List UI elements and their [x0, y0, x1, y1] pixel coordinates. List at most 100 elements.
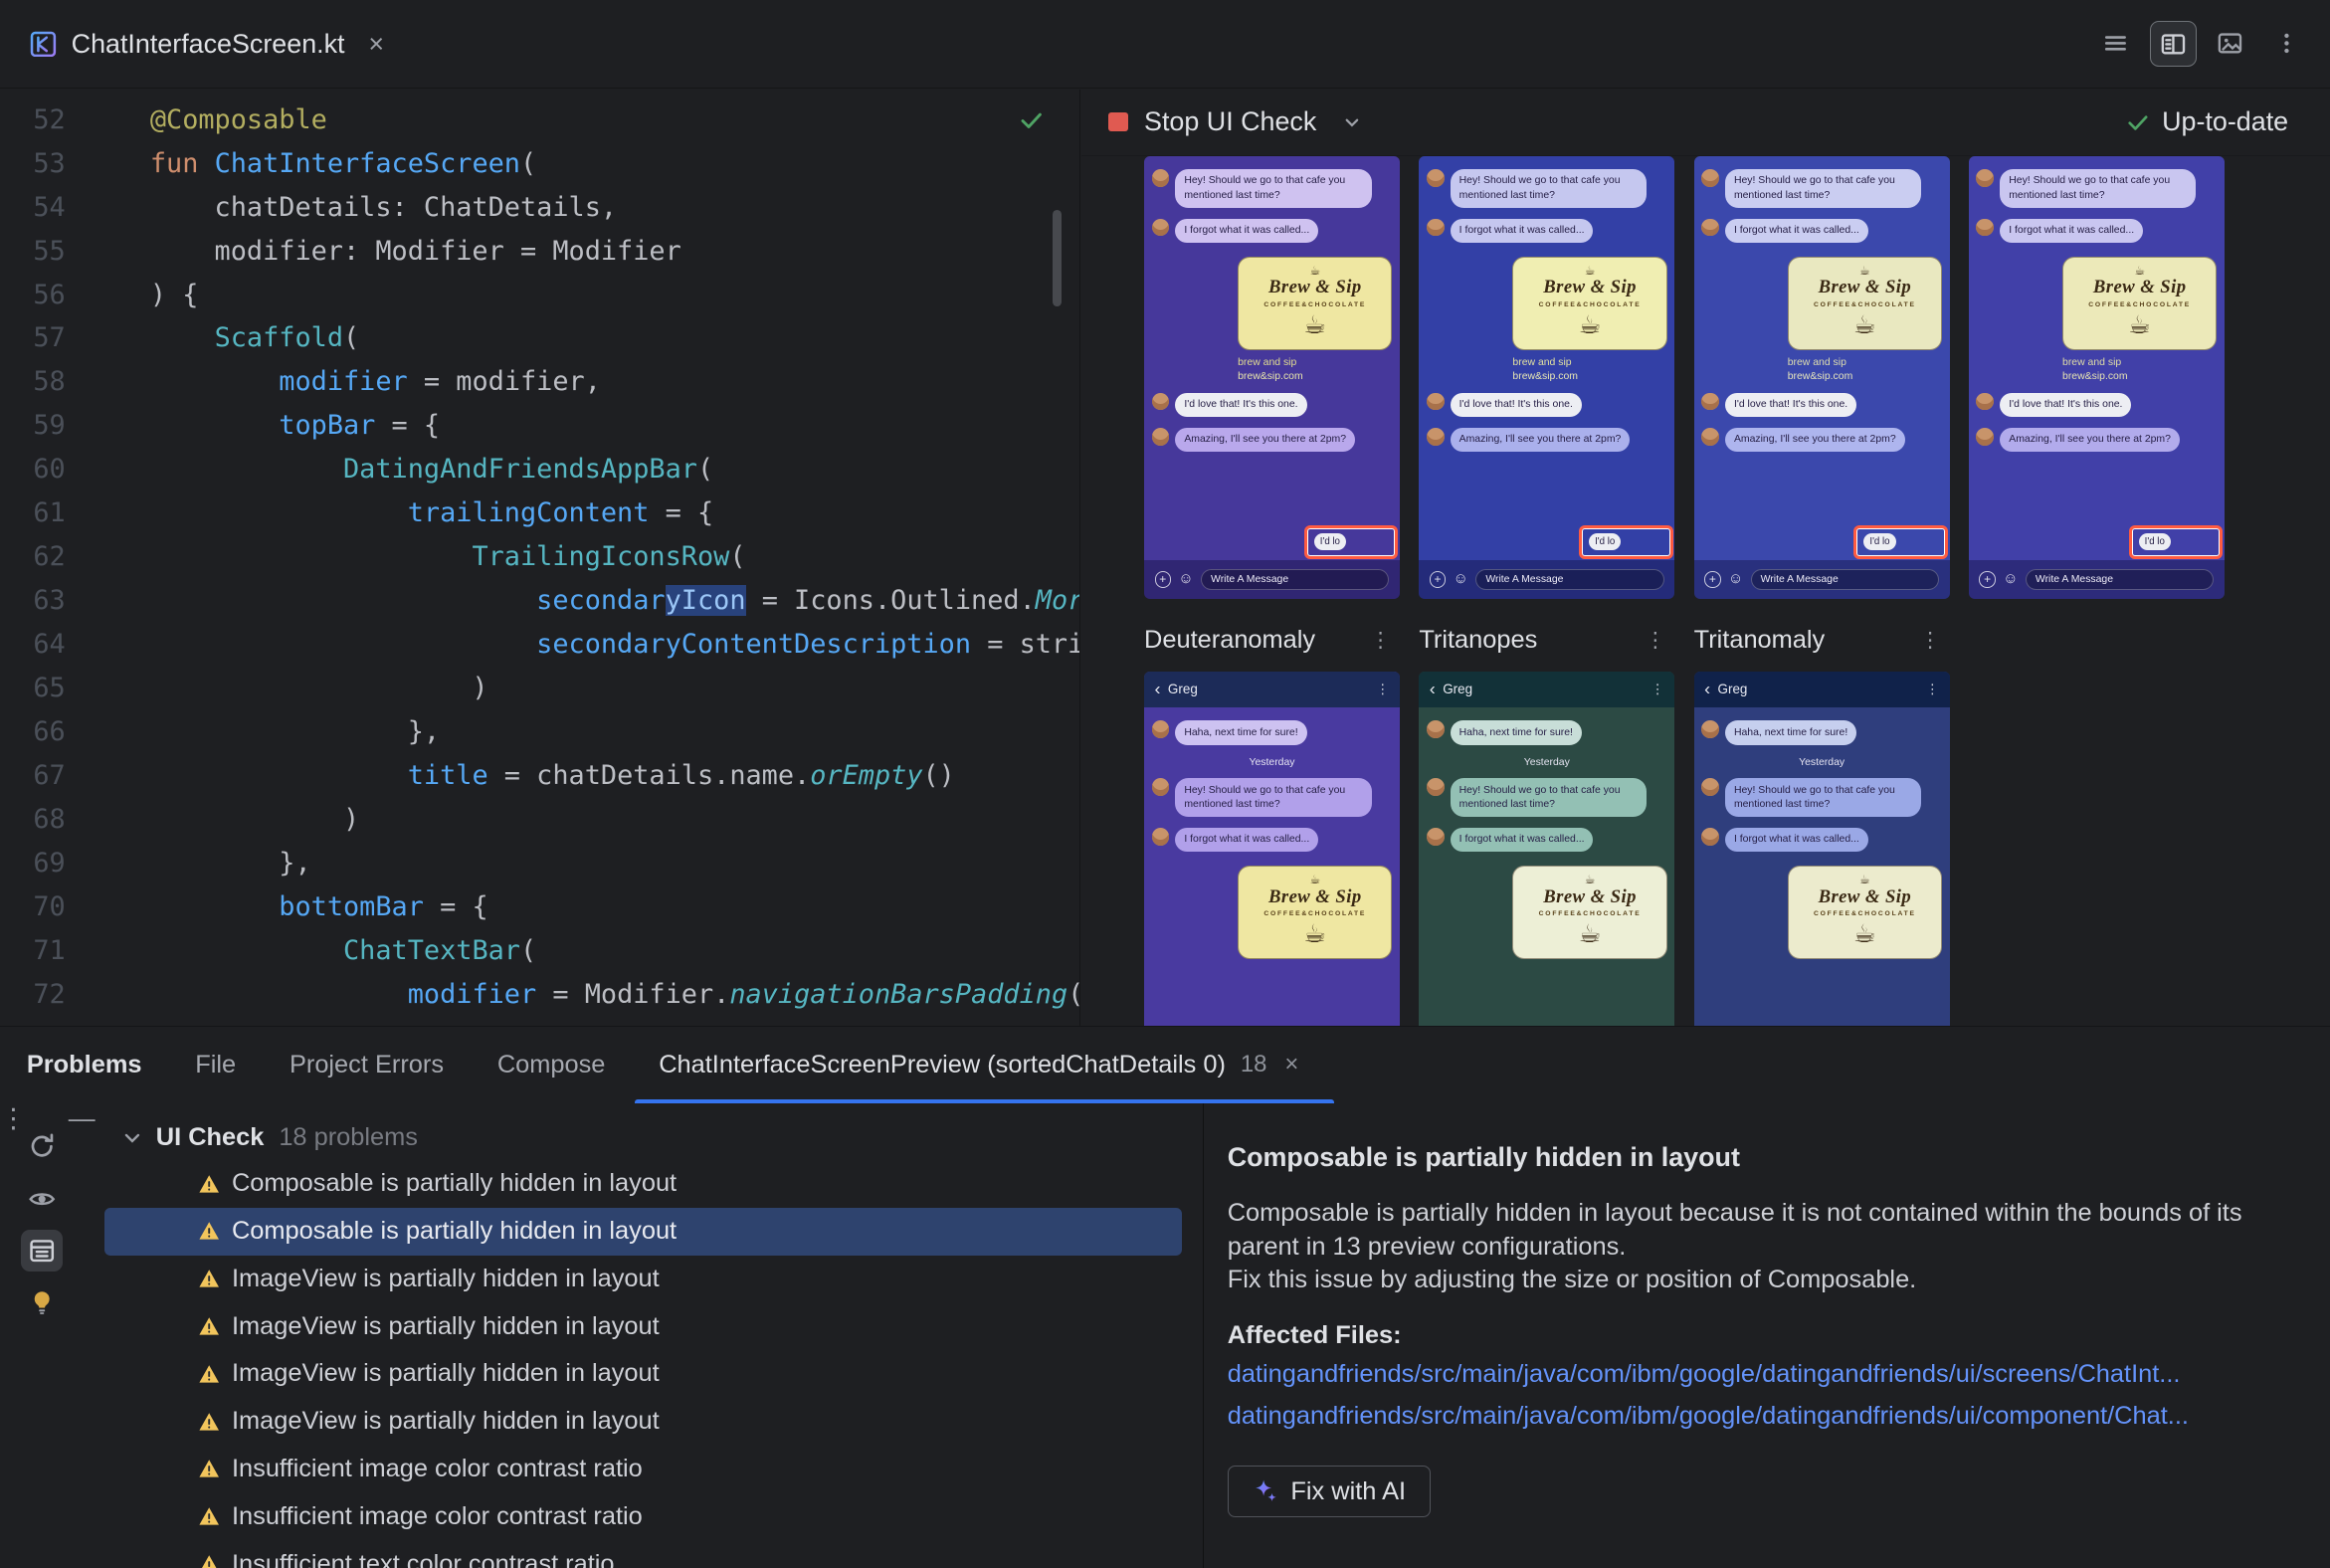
back-icon[interactable]: ‹ — [1430, 680, 1436, 698]
editor-mode-switcher — [2093, 20, 2330, 68]
expander-chevron-icon[interactable] — [120, 1126, 144, 1150]
chat-message-row: I forgot what it was called... — [1151, 827, 1393, 853]
message-input[interactable]: Write A Message — [1201, 569, 1390, 590]
attach-icon[interactable]: + — [1979, 571, 1996, 588]
preview-phone-deuteranomaly[interactable]: ‹ Greg ⋮ Haha, next time for sure! Yesterday… — [1144, 672, 1400, 1026]
coffee-cup-icon: ☕ — [1853, 920, 1876, 949]
ide-window: ChatInterfaceScreen.kt × 52 @Composable 53… — [0, 0, 2330, 1568]
code-line: 63 secondaryIcon = Icons.Outlined.More — [0, 579, 1079, 623]
code-line: 65 ) — [0, 667, 1079, 710]
code-text: TrailingIconsRow( — [472, 541, 746, 573]
emoji-icon[interactable]: ☺ — [1178, 571, 1193, 587]
preview-phone-row1-3[interactable]: Hey! Should we go to that cafe you menti… — [1693, 155, 1950, 599]
preview-kebab-icon[interactable]: ⋮ — [1370, 628, 1391, 653]
emoji-icon[interactable]: ☺ — [1728, 571, 1743, 587]
code-view-icon[interactable] — [2093, 21, 2138, 66]
problem-list-item[interactable]: Composable is partially hidden in layout — [103, 1207, 1182, 1256]
preview-phone-tritanomaly[interactable]: ‹ Greg ⋮ Haha, next time for sure! Yesterday… — [1693, 672, 1950, 1026]
chat-menu-icon[interactable]: ⋮ — [1926, 682, 1939, 697]
affected-file-link[interactable]: datingandfriends/src/main/java/com/ibm/g… — [1228, 1399, 2294, 1433]
code-text: title = chatDetails.name.orEmpty() — [407, 760, 955, 792]
problem-list-item[interactable]: Insufficient text color contrast ratio — [104, 1540, 1182, 1568]
avatar — [1151, 720, 1170, 739]
problem-list-item[interactable]: ImageView is partially hidden in layout — [104, 1350, 1182, 1398]
avatar — [1426, 169, 1445, 188]
preview-kebab-icon[interactable]: ⋮ — [1920, 628, 1941, 653]
chat-messages: Hey! Should we go to that cafe you menti… — [1419, 156, 1674, 453]
message-input[interactable]: Write A Message — [1750, 569, 1940, 590]
affected-links: datingandfriends/src/main/java/com/ibm/g… — [1228, 1357, 2294, 1433]
editor-scrollbar[interactable] — [1052, 209, 1062, 306]
back-icon[interactable]: ‹ — [1704, 680, 1710, 698]
emoji-icon[interactable]: ☺ — [1454, 571, 1468, 587]
problem-list-item[interactable]: Insufficient image color contrast ratio — [104, 1492, 1182, 1540]
tab-problems[interactable]: Problems — [27, 1027, 142, 1104]
code-text: ) — [149, 673, 488, 704]
problem-item-label: ImageView is partially hidden in layout — [231, 1359, 660, 1388]
chevron-down-icon[interactable] — [1340, 110, 1364, 134]
problem-list-item[interactable]: Insufficient image color contrast ratio — [104, 1446, 1182, 1493]
preview-phone-row1-2[interactable]: Hey! Should we go to that cafe you menti… — [1419, 155, 1675, 599]
code-text: Scaffold( — [214, 322, 360, 354]
refresh-icon[interactable] — [21, 1126, 63, 1168]
emoji-icon[interactable]: ☺ — [2003, 571, 2018, 587]
preview-phone-row1-4[interactable]: Hey! Should we go to that cafe you menti… — [1968, 155, 2225, 599]
preview-kebab-icon[interactable]: ⋮ — [1645, 628, 1665, 653]
tab-compose[interactable]: Compose — [497, 1027, 606, 1104]
chat-message-row: Amazing, I'll see you there at 2pm? — [1151, 427, 1393, 453]
fix-with-ai-button[interactable]: Fix with AI — [1227, 1466, 1431, 1518]
back-icon[interactable]: ‹ — [1155, 680, 1161, 698]
problems-body: UI Check 18 problems Composable is parti… — [0, 1103, 2330, 1568]
attach-icon[interactable]: + — [1154, 571, 1171, 588]
attach-icon[interactable]: + — [1429, 571, 1447, 588]
editor-tab[interactable]: ChatInterfaceScreen.kt × — [0, 0, 417, 88]
card-caption: brew and sip — [2062, 357, 2122, 369]
line-number: 65 — [33, 673, 66, 704]
message-input[interactable]: Write A Message — [1475, 569, 1664, 590]
preview-phone-row1-1[interactable]: Hey! Should we go to that cafe you menti… — [1144, 155, 1400, 599]
problems-toolbar-strip — [0, 1103, 84, 1568]
chat-menu-icon[interactable]: ⋮ — [1376, 682, 1389, 697]
chat-message-row: Hey! Should we go to that cafe you menti… — [1426, 778, 1667, 818]
problem-list-item[interactable]: ImageView is partially hidden in layout — [104, 1398, 1182, 1446]
problems-group-header[interactable]: UI Check 18 problems — [84, 1115, 1203, 1160]
line-number: 61 — [33, 497, 66, 529]
chat-bubble: Amazing, I'll see you there at 2pm? — [1175, 427, 1355, 453]
tab-file[interactable]: File — [195, 1027, 236, 1104]
problem-item-label: ImageView is partially hidden in layout — [231, 1407, 660, 1436]
line-number: 57 — [33, 322, 66, 354]
attach-icon[interactable]: + — [1704, 571, 1721, 588]
problem-list-item[interactable]: ImageView is partially hidden in layout — [104, 1302, 1182, 1350]
tab-close-icon[interactable]: × — [368, 30, 384, 58]
code-editor[interactable]: 52 @Composable 53 fun ChatInterfaceScreen(5… — [0, 89, 1080, 1026]
preview-phone-tritanopes[interactable]: ‹ Greg ⋮ Haha, next time for sure! Yesterday… — [1419, 672, 1675, 1026]
chat-message-row: I forgot what it was called... — [1701, 218, 1942, 244]
code-text: modifier = Modifier.navigationBarsPaddin… — [407, 979, 1079, 1011]
details-view-icon[interactable] — [20, 1230, 63, 1272]
stop-icon[interactable] — [1108, 112, 1128, 132]
more-options-icon[interactable] — [2264, 21, 2309, 66]
stop-ui-check-button[interactable]: Stop UI Check — [1144, 106, 1316, 137]
avatar — [1701, 720, 1720, 739]
code-text: secondaryIcon = Icons.Outlined.More — [536, 585, 1079, 617]
code-line: 64 secondaryContentDescription = strin — [0, 623, 1079, 667]
message-input[interactable]: Write A Message — [2025, 569, 2215, 590]
preview-label-tritanomaly: Tritanomaly ⋮ — [1694, 626, 1950, 655]
tab-chatinterfacescreenpreview-sortedchatdetails-0[interactable]: ChatInterfaceScreenPreview (sortedChatDe… — [635, 1027, 1334, 1104]
design-view-icon[interactable] — [2209, 21, 2253, 66]
preview-eye-icon[interactable] — [21, 1178, 63, 1220]
lightbulb-icon[interactable] — [21, 1281, 63, 1323]
affected-file-link[interactable]: datingandfriends/src/main/java/com/ibm/g… — [1228, 1357, 2294, 1391]
code-text: trailingContent = { — [407, 497, 714, 529]
avatar — [1976, 218, 1995, 237]
tab-label: Project Errors — [289, 1050, 445, 1078]
tab-project-errors[interactable]: Project Errors — [290, 1027, 444, 1104]
code-text: ) { — [149, 279, 199, 310]
inspections-ok-icon[interactable] — [1019, 107, 1044, 139]
tab-close-icon[interactable]: × — [1284, 1051, 1298, 1078]
problem-list-item[interactable]: ImageView is partially hidden in layout — [104, 1256, 1182, 1303]
line-number: 69 — [33, 848, 66, 880]
chat-menu-icon[interactable]: ⋮ — [1650, 682, 1663, 697]
split-view-icon[interactable] — [2149, 20, 2197, 68]
problem-list-item[interactable]: Composable is partially hidden in layout — [104, 1160, 1182, 1208]
